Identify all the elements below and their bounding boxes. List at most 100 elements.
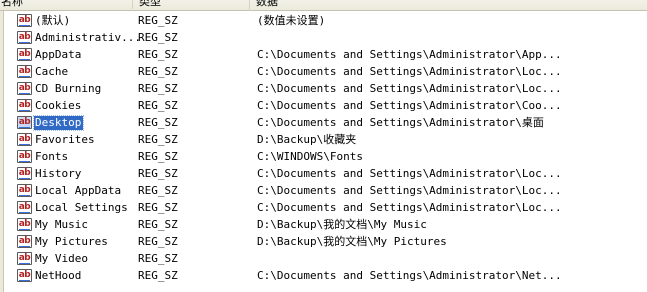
string-value-icon: ab	[17, 48, 32, 61]
registry-value-row[interactable]: ab Local Settings REG_SZ C:\Documents and S…	[0, 200, 647, 217]
string-value-icon-text: ab	[18, 185, 31, 195]
string-value-icon: ab	[17, 82, 32, 95]
column-header-data[interactable]: 数据	[250, 0, 647, 11]
value-type: REG_SZ	[138, 218, 178, 231]
column-header-name[interactable]: 名称	[0, 0, 133, 9]
value-name[interactable]: (默认)	[34, 14, 72, 28]
value-type: REG_SZ	[138, 116, 178, 129]
registry-value-row[interactable]: ab My Video REG_SZ	[0, 251, 647, 268]
registry-value-row[interactable]: ab My Pictures REG_SZ D:\Backup\我的文档\My Pic…	[0, 234, 647, 251]
value-rows: ab (默认) REG_SZ (数值未设置) ab Administrativ... REG…	[0, 13, 647, 285]
value-name[interactable]: Administrativ...	[34, 31, 143, 45]
string-value-icon: ab	[17, 269, 32, 282]
value-data: C:\Documents and Settings\Administrator\…	[257, 65, 562, 78]
string-value-icon: ab	[17, 201, 32, 214]
column-header-bar: 名称 类型 数据	[0, 0, 647, 11]
value-type: REG_SZ	[138, 252, 178, 265]
value-name[interactable]: My Music	[34, 218, 90, 232]
registry-value-row[interactable]: ab Cookies REG_SZ C:\Documents and Settings…	[0, 98, 647, 115]
value-data: D:\Backup\我的文档\My Pictures	[257, 235, 447, 248]
registry-value-row[interactable]: ab My Music REG_SZ D:\Backup\我的文档\My Music	[0, 217, 647, 234]
value-type: REG_SZ	[138, 31, 178, 44]
registry-value-row[interactable]: ab Desktop REG_SZ C:\Documents and Settings…	[0, 115, 647, 132]
value-type: REG_SZ	[138, 167, 178, 180]
string-value-icon-text: ab	[18, 117, 31, 127]
value-type: REG_SZ	[138, 82, 178, 95]
value-type: REG_SZ	[138, 48, 178, 61]
string-value-icon: ab	[17, 184, 32, 197]
string-value-icon-text: ab	[18, 202, 31, 212]
column-header-type[interactable]: 类型	[133, 0, 250, 11]
value-data: C:\Documents and Settings\Administrator\…	[257, 184, 562, 197]
value-name[interactable]: Local AppData	[34, 184, 123, 198]
string-value-icon-text: ab	[18, 15, 31, 25]
string-value-icon: ab	[17, 14, 32, 27]
value-name[interactable]: Cookies	[34, 99, 83, 113]
value-data: (数值未设置)	[257, 14, 326, 27]
value-type: REG_SZ	[138, 133, 178, 146]
registry-value-row[interactable]: ab Fonts REG_SZ C:\WINDOWS\Fonts	[0, 149, 647, 166]
value-type: REG_SZ	[138, 99, 178, 112]
registry-value-row[interactable]: ab AppData REG_SZ C:\Documents and Settings…	[0, 47, 647, 64]
registry-value-row[interactable]: ab Administrativ... REG_SZ	[0, 30, 647, 47]
value-data: C:\Documents and Settings\Administrator\…	[257, 82, 562, 95]
registry-value-row[interactable]: ab Cache REG_SZ C:\Documents and Settings\A…	[0, 64, 647, 81]
string-value-icon: ab	[17, 99, 32, 112]
value-data: C:\WINDOWS\Fonts	[257, 150, 363, 163]
string-value-icon: ab	[17, 65, 32, 78]
registry-value-row[interactable]: ab (默认) REG_SZ (数值未设置)	[0, 13, 647, 30]
value-name[interactable]: My Video	[34, 252, 90, 266]
string-value-icon: ab	[17, 133, 32, 146]
value-name[interactable]: Desktop	[32, 115, 85, 131]
value-type: REG_SZ	[138, 150, 178, 163]
value-name[interactable]: Fonts	[34, 150, 70, 164]
value-name[interactable]: Local Settings	[34, 201, 130, 215]
value-name[interactable]: CD Burning	[34, 82, 103, 96]
value-type: REG_SZ	[138, 14, 178, 27]
registry-value-row[interactable]: ab History REG_SZ C:\Documents and Settings…	[0, 166, 647, 183]
registry-value-row[interactable]: ab Local AppData REG_SZ C:\Documents and Se…	[0, 183, 647, 200]
string-value-icon-text: ab	[18, 49, 31, 59]
string-value-icon-text: ab	[18, 219, 31, 229]
string-value-icon: ab	[17, 167, 32, 180]
value-data: C:\Documents and Settings\Administrator\…	[257, 167, 562, 180]
value-data: D:\Backup\收藏夹	[257, 133, 357, 146]
registry-value-row[interactable]: ab CD Burning REG_SZ C:\Documents and Setti…	[0, 81, 647, 98]
value-data: D:\Backup\我的文档\My Music	[257, 218, 427, 231]
value-type: REG_SZ	[138, 184, 178, 197]
registry-values-list: 名称 类型 数据 ab (默认) REG_SZ (数值未设置) ab Administra…	[0, 0, 647, 292]
string-value-icon-text: ab	[18, 236, 31, 246]
value-type: REG_SZ	[138, 65, 178, 78]
value-data: C:\Documents and Settings\Administrator\…	[257, 48, 562, 61]
string-value-icon: ab	[17, 252, 32, 265]
value-type: REG_SZ	[138, 235, 178, 248]
value-name[interactable]: NetHood	[34, 269, 83, 283]
value-name[interactable]: Cache	[34, 65, 70, 79]
string-value-icon-text: ab	[18, 151, 31, 161]
value-type: REG_SZ	[138, 201, 178, 214]
string-value-icon-text: ab	[18, 66, 31, 76]
value-data: C:\Documents and Settings\Administrator\…	[257, 269, 562, 282]
value-type: REG_SZ	[138, 269, 178, 282]
registry-value-row[interactable]: ab NetHood REG_SZ C:\Documents and Settings…	[0, 268, 647, 285]
string-value-icon-text: ab	[18, 32, 31, 42]
string-value-icon: ab	[17, 235, 32, 248]
string-value-icon-text: ab	[18, 168, 31, 178]
value-data: C:\Documents and Settings\Administrator\…	[257, 99, 562, 112]
string-value-icon-text: ab	[18, 83, 31, 93]
string-value-icon: ab	[17, 150, 32, 163]
string-value-icon-text: ab	[18, 253, 31, 263]
value-name[interactable]: History	[34, 167, 83, 181]
string-value-icon-text: ab	[18, 100, 31, 110]
value-name[interactable]: My Pictures	[34, 235, 110, 249]
string-value-icon-text: ab	[18, 270, 31, 280]
string-value-icon-text: ab	[18, 134, 31, 144]
value-data: C:\Documents and Settings\Administrator\…	[257, 201, 562, 214]
string-value-icon: ab	[17, 218, 32, 231]
value-name[interactable]: AppData	[34, 48, 83, 62]
string-value-icon: ab	[17, 116, 32, 129]
value-data: C:\Documents and Settings\Administrator\…	[257, 116, 544, 129]
value-name[interactable]: Favorites	[34, 133, 97, 147]
registry-value-row[interactable]: ab Favorites REG_SZ D:\Backup\收藏夹	[0, 132, 647, 149]
string-value-icon: ab	[17, 31, 32, 44]
